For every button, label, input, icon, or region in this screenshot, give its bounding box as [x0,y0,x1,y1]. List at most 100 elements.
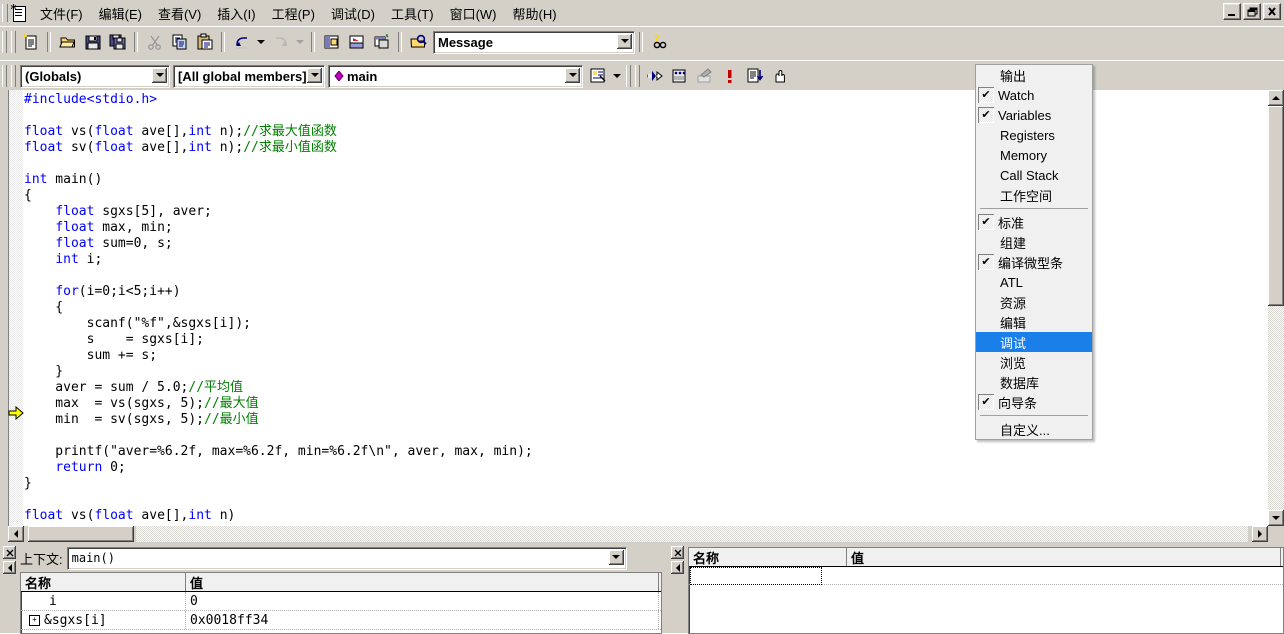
chevron-down-icon[interactable] [152,67,167,83]
hscroll-thumb[interactable] [28,526,134,542]
chevron-down-icon[interactable] [565,67,580,83]
chevron-down-icon[interactable] [608,549,624,565]
members-combo[interactable]: [All global members] [173,64,325,88]
scroll-left-button[interactable] [8,526,24,542]
menu-debug[interactable]: 调试(D) [323,1,383,26]
menu-edit[interactable]: 编辑(E) [91,1,150,26]
watch-grid[interactable]: 名称 值 [688,547,1284,634]
menu-item-浏览[interactable]: 浏览 [976,352,1092,372]
menu-item-编辑[interactable]: 编辑 [976,312,1092,332]
hscroll-track[interactable] [136,526,1248,542]
menu-item-自定义...[interactable]: 自定义... [976,419,1092,439]
menu-item-编译微型条[interactable]: ✔ 编译微型条 [976,252,1092,272]
class-combo[interactable]: (Globals) [20,64,170,88]
column-header-value[interactable]: 值 [847,548,1281,566]
insert-remove-breakpoint-icon[interactable] [668,65,691,87]
menu-project[interactable]: 工程(P) [264,1,323,26]
menu-window[interactable]: 窗口(W) [442,1,505,26]
context-combo[interactable]: main() [66,546,627,570]
go-icon[interactable] [643,65,666,87]
exception-icon[interactable] [718,65,741,87]
watch-name-input[interactable] [690,567,822,585]
menu-item-工作空间[interactable]: 工作空间 [976,185,1092,205]
menu-item-标准[interactable]: ✔ 标准 [976,212,1092,232]
restore-button[interactable] [1243,3,1261,20]
remove-all-breakpoints-icon[interactable] [693,65,716,87]
redo-icon[interactable] [269,31,292,53]
code-keyword: float [94,140,134,155]
cut-scissors-icon[interactable] [143,31,166,53]
toolbars-context-menu[interactable]: 输出 ✔ Watch ✔ Variables Registers Memory Call St… [975,64,1093,440]
chevron-down-icon[interactable] [611,65,623,87]
menu-item-资源[interactable]: 资源 [976,292,1092,312]
wizardbar-grip[interactable] [2,65,7,87]
variables-grid[interactable]: 名称 值 i 0 + &sgxs[i] 0x0018ff34 [20,572,662,634]
menu-item-variables[interactable]: ✔ Variables [976,105,1092,125]
minimize-button[interactable] [1223,3,1241,20]
menu-insert[interactable]: 插入(I) [209,1,263,26]
menu-item-registers[interactable]: Registers [976,125,1092,145]
save-all-icon[interactable] [106,31,129,53]
scroll-up-button[interactable] [1268,90,1284,106]
workspace-icon[interactable] [320,31,343,53]
find-in-files-icon[interactable] [407,31,430,53]
toolbar-grip-2[interactable] [11,31,16,53]
window-list-icon[interactable] [370,31,393,53]
close-small-icon[interactable] [671,546,684,559]
menu-item-输出[interactable]: 输出 [976,65,1092,85]
hand-pan-icon[interactable] [768,65,791,87]
close-button[interactable] [1263,3,1281,20]
menu-bar-grip[interactable] [2,4,8,22]
table-row[interactable]: i 0 [21,592,661,611]
vscroll-thumb[interactable] [1268,106,1284,306]
scroll-down-button[interactable] [1268,510,1284,526]
debug-toolbar-grip-2[interactable] [635,65,640,87]
close-small-icon[interactable] [3,546,16,559]
toolbar-grip[interactable] [2,31,7,53]
column-header-value[interactable]: 值 [186,573,659,591]
yellow-arrow-icon [8,405,24,421]
menu-item-watch[interactable]: ✔ Watch [976,85,1092,105]
scroll-right-button[interactable] [1252,526,1268,542]
menu-help[interactable]: 帮助(H) [505,1,565,26]
copy-icon[interactable] [168,31,191,53]
editor-gutter[interactable] [9,90,23,526]
left-arrow-small-icon[interactable] [671,561,684,574]
help-search-icon[interactable]: ? [648,31,671,53]
function-combo-value: main [347,68,378,84]
step-into-icon[interactable] [743,65,766,87]
editor-horizontal-scrollbar[interactable] [0,526,1284,542]
menu-item-组建[interactable]: 组建 [976,232,1092,252]
wizardbar-grip-2[interactable] [11,65,16,87]
expand-plus-icon[interactable]: + [29,614,40,626]
find-combo[interactable]: Message [433,30,635,54]
menu-item-向导条[interactable]: ✔ 向导条 [976,392,1092,412]
new-document-icon[interactable] [19,31,42,53]
editor-vertical-scrollbar[interactable] [1268,90,1284,526]
column-header-name[interactable]: 名称 [21,573,186,591]
menu-item-数据库[interactable]: 数据库 [976,372,1092,392]
menu-tools[interactable]: 工具(T) [383,1,442,26]
open-folder-icon[interactable] [56,31,79,53]
chevron-down-icon[interactable] [307,67,322,83]
redo-dropdown-icon[interactable] [294,31,306,53]
debug-toolbar-grip[interactable] [626,65,631,87]
menu-file[interactable]: 文件(F) [32,1,91,26]
menu-bar: ✲ 文件(F) 编辑(E) 查看(V) 插入(I) 工程(P) 调试(D) 工具… [0,0,1284,27]
column-header-name[interactable]: 名称 [689,548,847,566]
save-icon[interactable] [81,31,104,53]
menu-item-call-stack[interactable]: Call Stack [976,165,1092,185]
undo-dropdown-icon[interactable] [255,31,267,53]
table-row[interactable]: + &sgxs[i] 0x0018ff34 [21,611,661,630]
menu-item-调试[interactable]: 调试 [976,332,1092,352]
wizardbar-actions-icon[interactable] [586,65,609,87]
chevron-down-icon[interactable] [617,33,632,49]
output-window-icon[interactable] [345,31,368,53]
menu-item-atl[interactable]: ATL [976,272,1092,292]
function-combo[interactable]: main [328,64,583,88]
paste-icon[interactable] [193,31,216,53]
menu-item-memory[interactable]: Memory [976,145,1092,165]
menu-view[interactable]: 查看(V) [150,1,209,26]
undo-icon[interactable] [230,31,253,53]
left-arrow-small-icon[interactable] [3,561,16,574]
